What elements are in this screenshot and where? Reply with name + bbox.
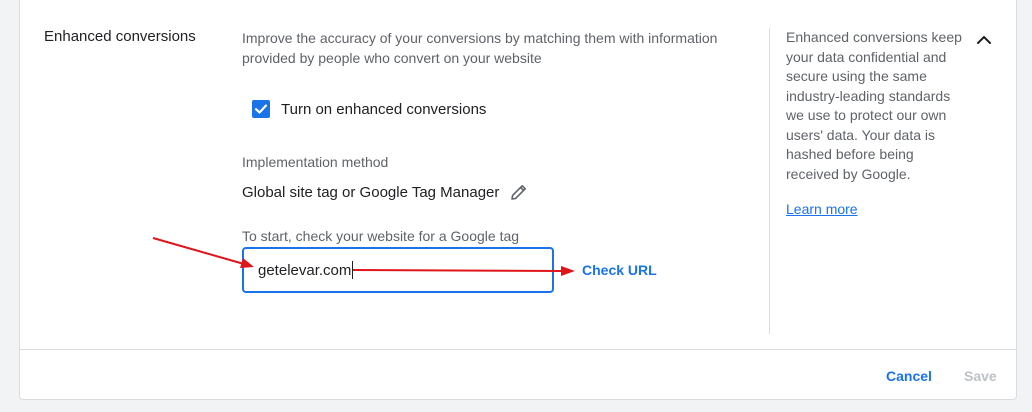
learn-more-link[interactable]: Learn more	[786, 201, 858, 217]
section-title: Enhanced conversions	[44, 28, 196, 45]
section-description: Improve the accuracy of your conversions…	[242, 30, 718, 66]
vertical-divider	[769, 28, 770, 334]
cancel-button[interactable]: Cancel	[886, 368, 932, 384]
enhanced-conversions-toggle-row[interactable]: Turn on enhanced conversions	[252, 100, 486, 118]
website-url-value: getelevar.com	[258, 261, 352, 279]
text-cursor	[352, 261, 354, 279]
chevron-up-icon[interactable]	[972, 28, 996, 52]
check-url-button[interactable]: Check URL	[582, 262, 657, 278]
save-button[interactable]: Save	[964, 368, 997, 384]
footer-divider	[20, 349, 1016, 350]
checkmark-icon	[254, 104, 268, 114]
website-url-label: To start, check your website for a Googl…	[242, 228, 520, 244]
enhanced-conversions-card: Enhanced conversions Improve the accurac…	[19, 0, 1017, 400]
info-text: Enhanced conversions keep your data conf…	[786, 29, 962, 182]
website-url-input[interactable]: getelevar.com	[242, 247, 554, 293]
implementation-method-value: Global site tag or Google Tag Manager	[242, 183, 500, 201]
implementation-method-label: Implementation method	[242, 154, 389, 170]
pencil-icon[interactable]	[509, 182, 529, 202]
implementation-method-row: Global site tag or Google Tag Manager	[242, 182, 529, 202]
enhanced-conversions-checkbox[interactable]	[252, 100, 270, 118]
checkbox-label: Turn on enhanced conversions	[281, 100, 487, 118]
